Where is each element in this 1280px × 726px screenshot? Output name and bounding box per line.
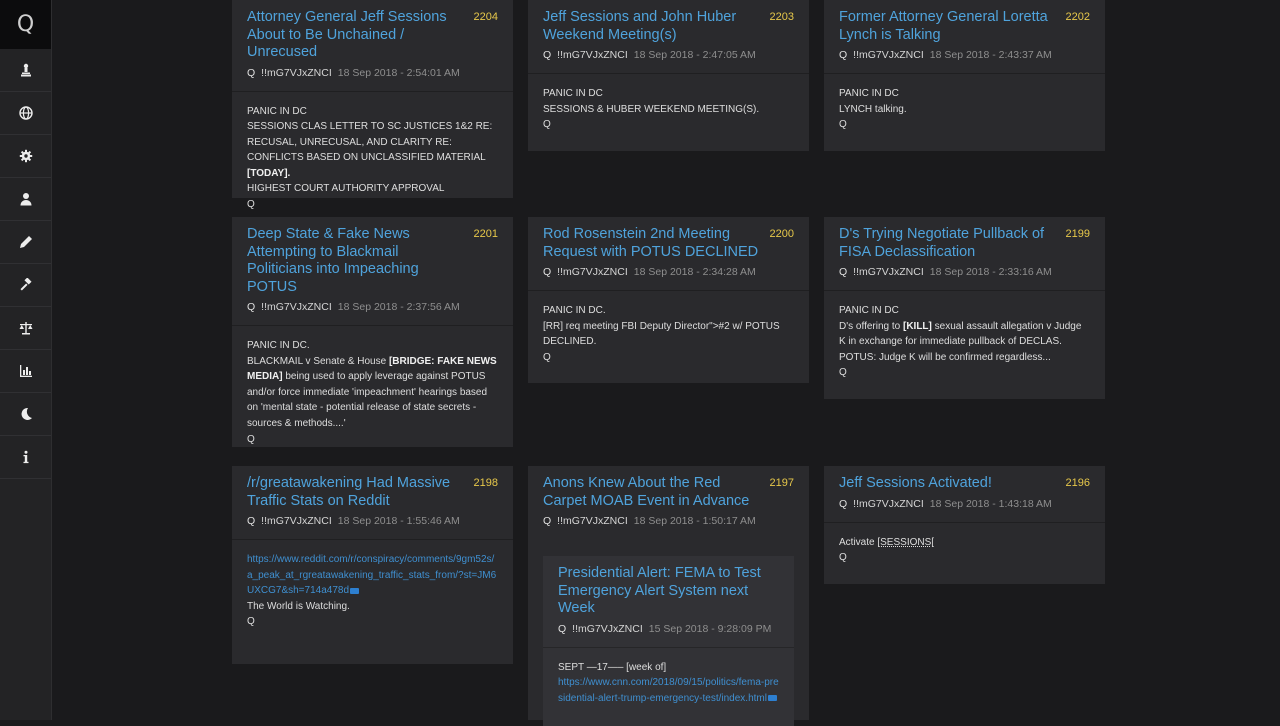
post-body: PANIC IN DC. [RR] req meeting FBI Deputy…	[528, 290, 809, 377]
chess-pawn-icon[interactable]	[0, 49, 51, 92]
post-meta: Q !!mG7VJxZNCI 18 Sep 2018 - 2:47:05 AM	[543, 49, 756, 61]
post-title[interactable]: Jeff Sessions Activated!	[839, 475, 1090, 493]
post-number[interactable]: 2204	[474, 11, 498, 23]
post-card: Jeff Sessions Activated! 2196 Q !!mG7VJxZ…	[824, 466, 1105, 584]
info-icon[interactable]	[0, 436, 51, 479]
folder-icon[interactable]	[767, 695, 777, 702]
logo-q[interactable]: Q	[0, 0, 51, 49]
post-card: Attorney General Jeff Sessions About to …	[232, 0, 513, 210]
post-meta: Q !!mG7VJxZNCI 18 Sep 2018 - 1:50:17 AM	[543, 515, 756, 527]
post-title[interactable]: Rod Rosenstein 2nd Meeting Request with …	[543, 226, 794, 261]
post-number[interactable]: 2196	[1066, 477, 1090, 489]
moon-icon[interactable]	[0, 393, 51, 436]
post-meta: Q !!mG7VJxZNCI 18 Sep 2018 - 1:43:18 AM	[839, 497, 1052, 510]
post-number[interactable]: 2198	[474, 477, 498, 489]
scales-icon[interactable]	[0, 307, 51, 350]
quoted-post-body: SEPT —17—– [week of] https://www.cnn.com…	[543, 646, 794, 719]
post-card: Anons Knew About the Red Carpet MOAB Eve…	[528, 466, 809, 726]
post-body: PANIC IN DC SESSIONS CLAS LETTER TO SC J…	[232, 90, 513, 225]
post-card: D's Trying Negotiate Pullback of FISA De…	[824, 217, 1105, 399]
post-meta: Q !!mG7VJxZNCI 18 Sep 2018 - 2:37:56 AM	[247, 301, 460, 313]
post-title[interactable]: Deep State & Fake News Attempting to Bla…	[247, 226, 498, 296]
post-number[interactable]: 2200	[770, 228, 794, 240]
post-body: https://www.reddit.com/r/conspiracy/comm…	[232, 539, 513, 642]
post-title[interactable]: Jeff Sessions and John Huber Weekend Mee…	[543, 9, 794, 44]
post-link[interactable]: https://www.reddit.com/r/conspiracy/comm…	[247, 554, 496, 596]
post-number[interactable]: 2202	[1066, 11, 1090, 23]
post-title[interactable]: Former Attorney General Loretta Lynch is…	[839, 9, 1090, 44]
settings-gear-icon[interactable]	[0, 135, 51, 178]
post-meta: Q !!mG7VJxZNCI 18 Sep 2018 - 2:34:28 AM	[543, 266, 756, 278]
post-card: /r/greatawakening Had Massive Traffic St…	[232, 466, 513, 664]
post-number[interactable]: 2201	[474, 228, 498, 240]
bar-chart-icon[interactable]	[0, 350, 51, 393]
post-meta: Q !!mG7VJxZNCI 18 Sep 2018 - 2:43:37 AM	[839, 49, 1052, 61]
sidebar: Q	[0, 0, 52, 720]
quoted-post: Presidential Alert: FEMA to Test Emergen…	[543, 556, 794, 726]
globe-icon[interactable]	[0, 92, 51, 135]
post-body: PANIC IN DC. BLACKMAIL v Senate & House …	[232, 325, 513, 459]
post-card: Jeff Sessions and John Huber Weekend Mee…	[528, 0, 809, 151]
post-meta: Q !!mG7VJxZNCI 18 Sep 2018 - 1:55:46 AM	[247, 515, 460, 527]
quoted-post-meta: Q !!mG7VJxZNCI 15 Sep 2018 - 9:28:09 PM	[558, 622, 772, 635]
post-body: Activate [SESSIONS[ Q	[824, 521, 1105, 578]
post-meta: Q !!mG7VJxZNCI 18 Sep 2018 - 2:33:16 AM	[839, 266, 1052, 278]
post-link[interactable]: https://www.cnn.com/2018/09/15/politics/…	[558, 677, 779, 704]
post-body: PANIC IN DC SESSIONS & HUBER WEEKEND MEE…	[528, 73, 809, 145]
folder-icon[interactable]	[350, 587, 360, 594]
post-number[interactable]: 2199	[1066, 228, 1090, 240]
post-title[interactable]: /r/greatawakening Had Massive Traffic St…	[247, 475, 498, 510]
post-title[interactable]: D's Trying Negotiate Pullback of FISA De…	[839, 226, 1090, 261]
pencil-icon[interactable]	[0, 221, 51, 264]
post-number[interactable]: 2203	[770, 11, 794, 23]
gavel-icon[interactable]	[0, 264, 51, 307]
user-icon[interactable]	[0, 178, 51, 221]
post-body: PANIC IN DC D's offering to [KILL] sexua…	[824, 290, 1105, 393]
post-number[interactable]: 2197	[770, 477, 794, 489]
post-card: Rod Rosenstein 2nd Meeting Request with …	[528, 217, 809, 383]
post-card: Former Attorney General Loretta Lynch is…	[824, 0, 1105, 151]
quoted-post-title[interactable]: Presidential Alert: FEMA to Test Emergen…	[558, 565, 779, 618]
post-body: PANIC IN DC LYNCH talking. Q	[824, 73, 1105, 145]
post-title[interactable]: Anons Knew About the Red Carpet MOAB Eve…	[543, 475, 794, 510]
post-card: Deep State & Fake News Attempting to Bla…	[232, 217, 513, 447]
post-title[interactable]: Attorney General Jeff Sessions About to …	[247, 9, 498, 62]
post-meta: Q !!mG7VJxZNCI 18 Sep 2018 - 2:54:01 AM	[247, 66, 460, 79]
